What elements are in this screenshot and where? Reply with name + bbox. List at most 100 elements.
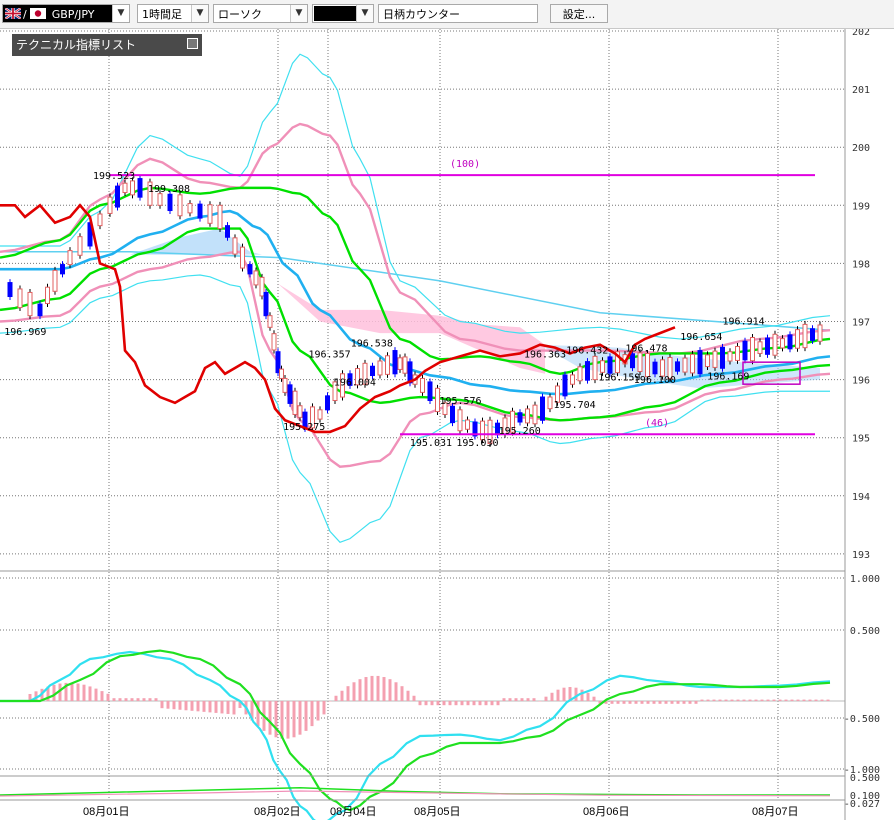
candle [532,404,538,425]
candle [600,360,605,373]
chevron-down-icon[interactable]: ▼ [290,5,307,22]
macd-histogram-bar [778,699,782,701]
macd-histogram-bar [580,689,584,701]
x-tick-label: 08月01日 [83,806,129,818]
macd-histogram-bar [388,679,392,701]
candle [97,213,103,227]
candle [130,180,135,196]
price-annotation: 196.432 [566,345,608,356]
price-annotation: 195.576 [439,396,481,407]
macd-histogram-bar [712,699,716,701]
candle [795,329,800,349]
candle [282,377,288,393]
candle [517,412,523,423]
macd-histogram-bar [136,698,140,701]
candle [292,390,298,415]
color-select[interactable]: ▼ [312,4,374,23]
macd-histogram-bar [334,695,338,701]
macd-histogram-bar [472,701,476,706]
candle [207,204,213,224]
macd-histogram-bar [610,701,614,704]
candle [240,246,245,269]
macd-histogram-bar [106,693,110,701]
counter-input[interactable]: 日柄カウンター [378,4,538,23]
candle [279,368,284,379]
macd-histogram-bar [646,701,650,704]
candle [675,361,680,372]
price-annotation: 196.169 [707,372,749,383]
macd-histogram-bar [190,701,194,711]
y-tick-label: -0.027 [844,799,880,810]
candle [253,270,259,286]
settings-button[interactable]: 設定... [550,4,608,23]
macd-histogram-bar [220,701,224,714]
macd-histogram-bar [658,701,662,704]
macd-histogram-bar [364,677,368,701]
price-chart[interactable]: (100)(46)199.523199.308196.969196.357196… [0,29,894,820]
candle [810,328,815,341]
candle [645,352,650,378]
price-annotation: 196.654 [680,332,722,343]
candle [547,396,553,410]
macd-histogram-bar [772,699,776,701]
macd-histogram-bar [76,683,80,701]
candle [377,360,383,376]
macd-histogram-bar [346,686,350,701]
price-annotation: 196.100 [634,375,676,386]
candle [263,291,269,317]
macd-histogram-bar [196,701,200,712]
candle [720,346,725,369]
macd-histogram-bar [784,699,788,701]
hline-label: (46) [645,418,669,429]
macd-histogram-bar [268,701,272,735]
macd-histogram-bar [514,698,518,701]
candle [772,333,778,356]
chevron-down-icon[interactable]: ▼ [356,5,373,22]
macd-histogram-bar [94,688,98,701]
macd-histogram-bar [466,701,470,706]
macd-histogram-bar [700,699,704,701]
macd-histogram-bar [484,701,488,706]
chart-style-select[interactable]: ローソク ▼ [213,4,308,23]
macd-histogram-bar [592,696,596,701]
candle [540,396,545,421]
candle [37,303,43,317]
macd-histogram-bar [370,675,374,701]
candle [742,340,748,361]
macd-histogram-bar [682,701,686,704]
toolbar: / GBP/JPY ▼ 1時間足 ▼ ローソク ▼ ▼ 日柄カウンター 設定..… [0,0,894,29]
x-tick-label: 08月04日 [330,806,376,818]
candle [52,269,58,292]
macd-histogram-bar [526,698,530,701]
macd-histogram-bar [304,701,308,731]
macd-histogram-bar [442,701,446,706]
candle [287,384,293,404]
chevron-down-icon[interactable]: ▼ [191,5,208,22]
pair-label: GBP/JPY [51,8,95,21]
macd-histogram-bar [292,701,296,738]
macd-histogram-bar [274,701,278,738]
x-tick-label: 08月02日 [254,806,300,818]
macd-histogram-bar [748,699,752,701]
macd-histogram-bar [172,701,176,710]
japan-flag-icon [30,6,47,19]
macd-histogram-bar [82,684,86,701]
macd-histogram-bar [808,699,812,701]
candle [259,276,265,297]
macd-histogram-bar [742,699,746,701]
minimize-icon[interactable] [187,38,198,49]
candle [750,336,755,362]
macd-histogram-bar [640,701,644,704]
chevron-down-icon[interactable]: ▼ [112,5,129,22]
macd-histogram-bar [448,701,452,706]
candle [247,264,253,275]
candle [427,381,433,402]
timeframe-select[interactable]: 1時間足 ▼ [137,4,209,23]
candle [67,250,73,266]
macd-histogram-bar [730,699,734,701]
candle [577,366,583,382]
color-swatch [314,6,357,21]
currency-pair-select[interactable]: / GBP/JPY ▼ [2,4,130,23]
indicator-list-button[interactable]: テクニカル指標リスト [12,34,202,56]
y-tick-label: 0.500 [850,773,880,784]
